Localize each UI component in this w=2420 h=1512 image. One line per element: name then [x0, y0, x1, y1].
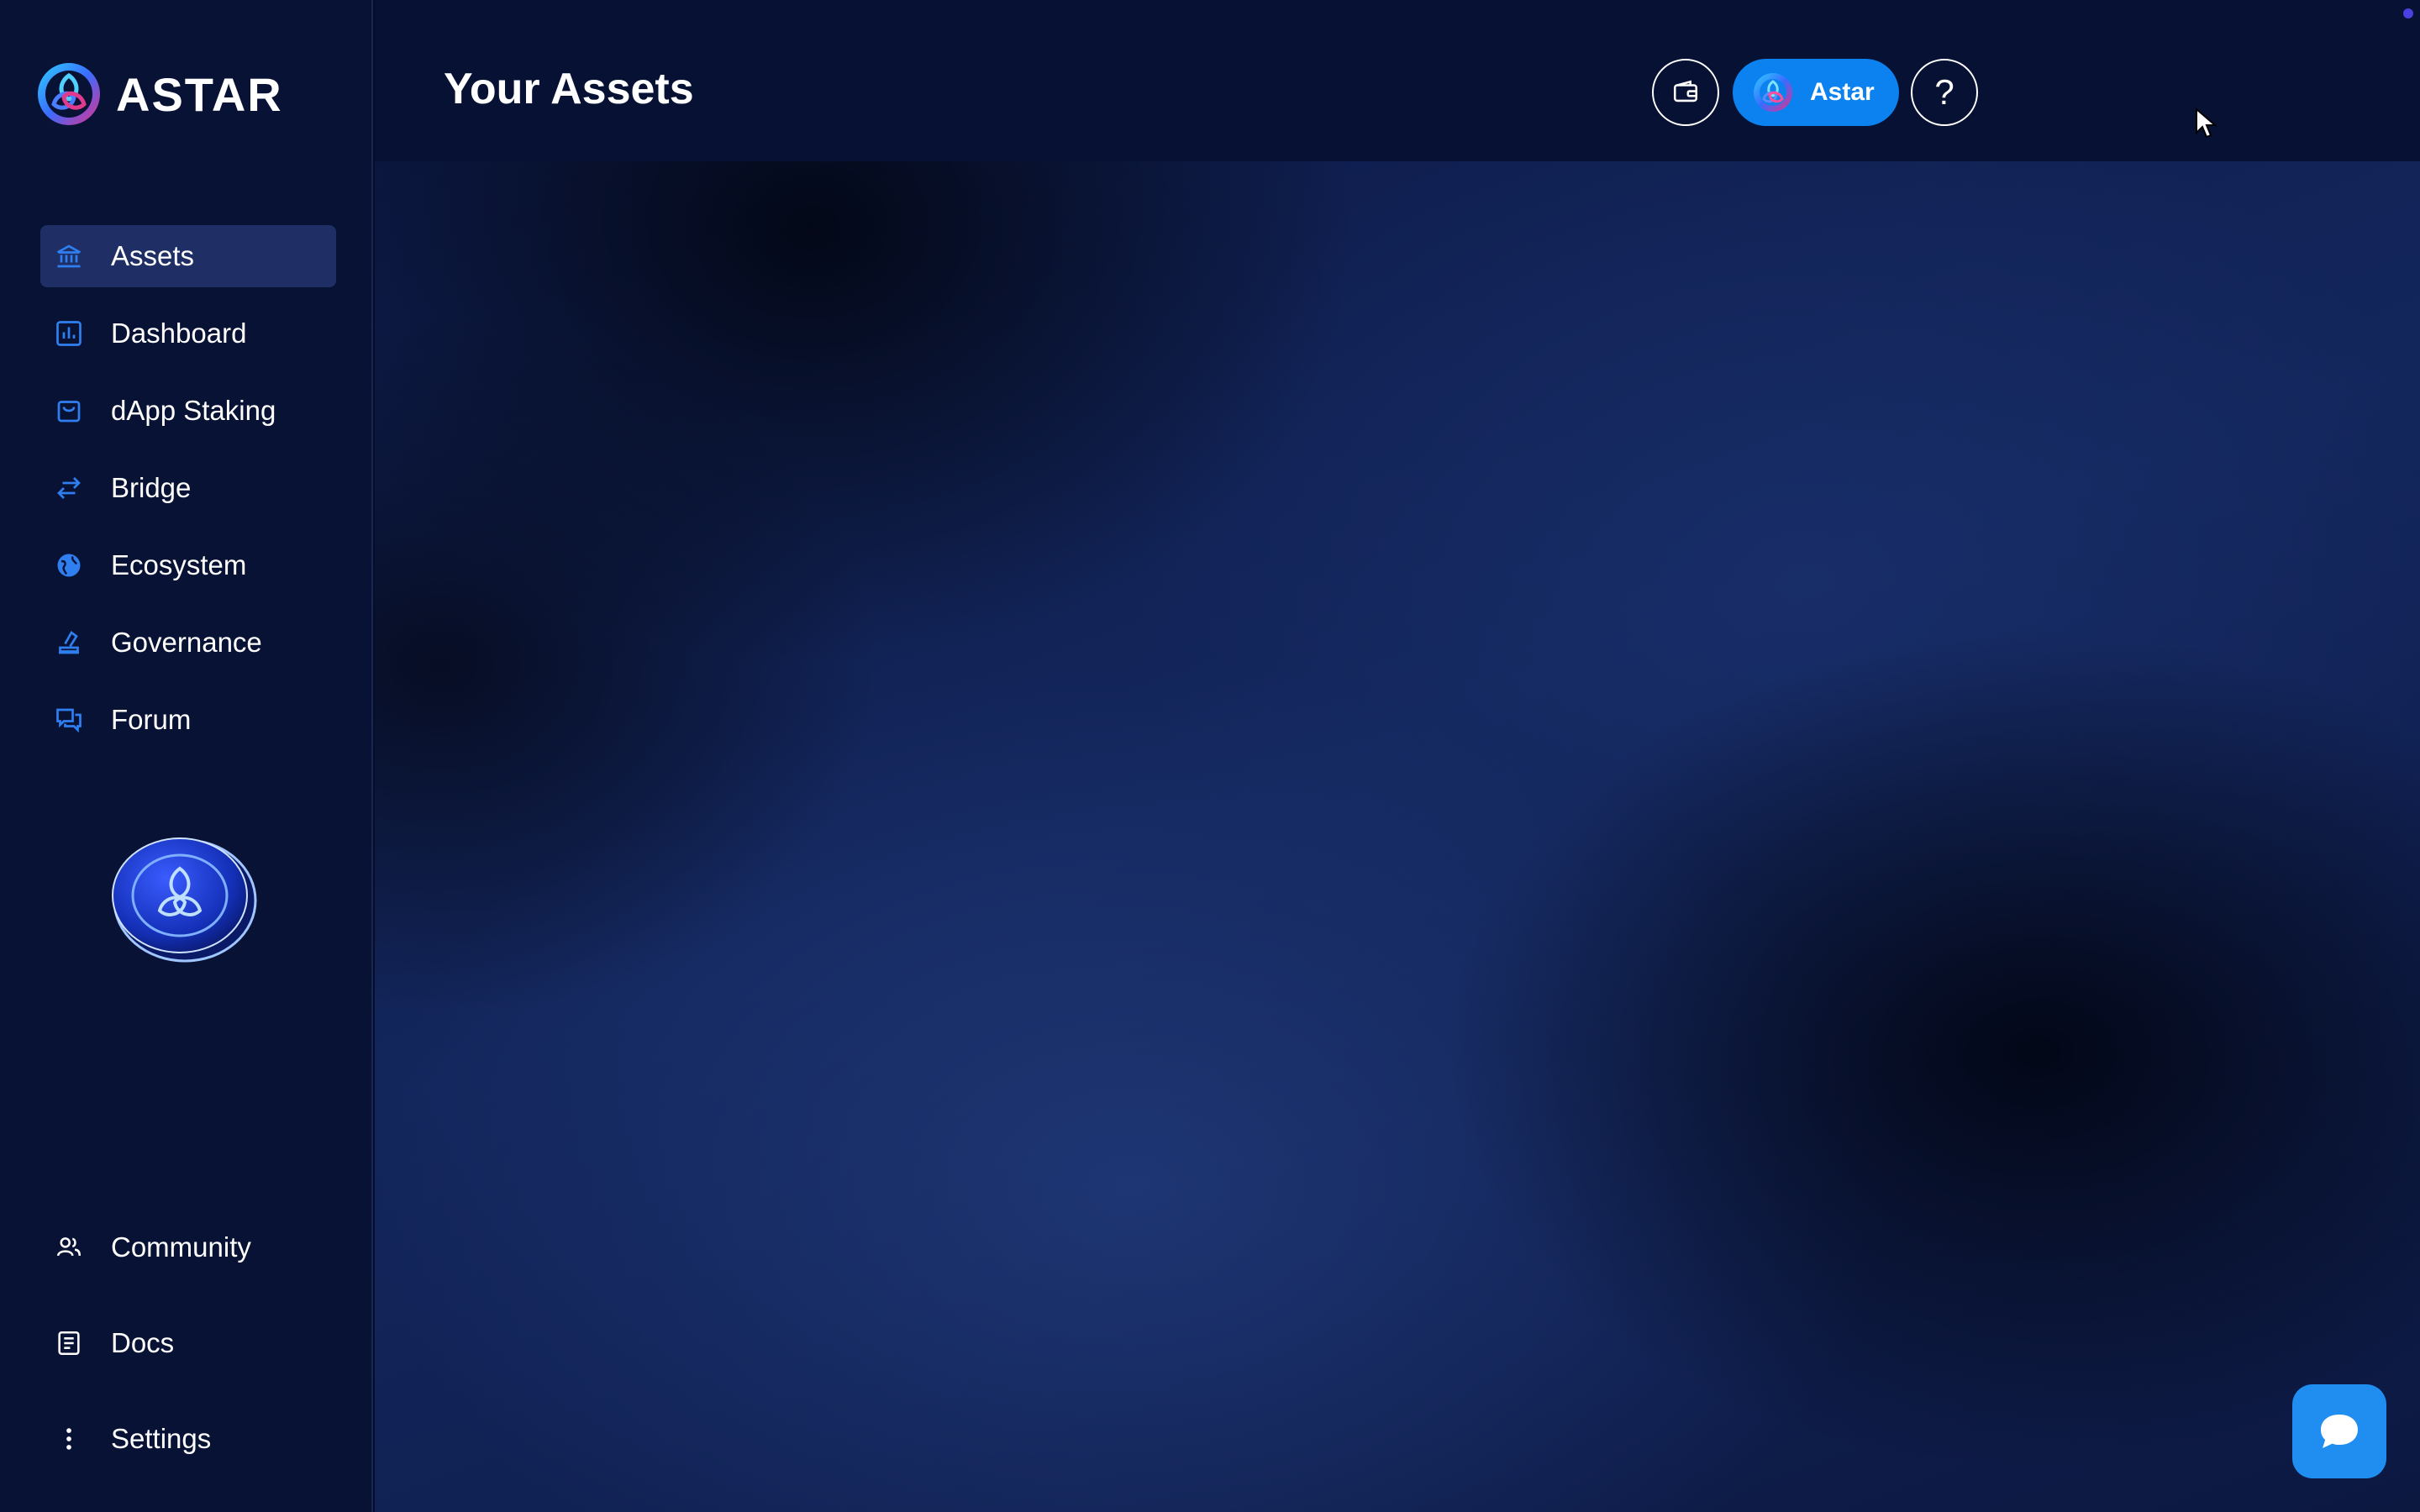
network-label: Astar: [1810, 78, 1875, 106]
sidebar-item-dashboard[interactable]: Dashboard: [40, 302, 336, 365]
bank-icon: [54, 241, 84, 271]
astar-logo-icon: [38, 63, 100, 125]
sidebar-item-forum[interactable]: Forum: [40, 689, 336, 751]
header: Your Assets: [375, 0, 2420, 161]
sidebar-item-dapp-staking[interactable]: dApp Staking: [40, 380, 336, 442]
people-icon: [54, 1232, 84, 1263]
sidebar-item-governance[interactable]: Governance: [40, 612, 336, 674]
arrows-icon: [54, 473, 84, 503]
page-title: Your Assets: [444, 65, 694, 113]
bottom-nav: Community Docs Settings: [40, 1216, 336, 1504]
brand-name: ASTAR: [116, 67, 283, 121]
sidebar-item-assets[interactable]: Assets: [40, 225, 336, 287]
vote-icon: [54, 627, 84, 658]
sidebar-item-label: Community: [111, 1231, 251, 1263]
bag-icon: [54, 396, 84, 426]
sidebar-item-docs[interactable]: Docs: [40, 1312, 336, 1374]
astar-network-icon: [1754, 73, 1792, 112]
network-select-button[interactable]: Astar: [1733, 59, 1899, 126]
main-nav: Assets Dashboard dApp Staking Bridge Eco…: [40, 225, 336, 766]
sidebar-item-label: dApp Staking: [111, 395, 276, 426]
globe-icon: [54, 550, 84, 580]
sidebar-item-label: Dashboard: [111, 318, 247, 349]
chat-bubbles-icon: [54, 705, 84, 735]
status-dot: [2403, 8, 2413, 18]
sidebar-item-community[interactable]: Community: [40, 1216, 336, 1278]
chat-icon: [2321, 1415, 2358, 1448]
sidebar-item-label: Docs: [111, 1327, 175, 1358]
help-icon: ?: [1934, 72, 1954, 112]
sidebar-item-label: Settings: [111, 1423, 212, 1454]
sidebar-item-bridge[interactable]: Bridge: [40, 457, 336, 519]
sidebar-item-label: Ecosystem: [111, 549, 247, 580]
sidebar-item-label: Assets: [111, 240, 195, 271]
astar-coin-image: [112, 837, 257, 963]
sidebar-item-label: Forum: [111, 704, 192, 735]
vertical-dots-icon: [54, 1424, 84, 1454]
chat-support-button[interactable]: [2292, 1384, 2386, 1478]
wallet-button[interactable]: [1652, 59, 1719, 126]
document-icon: [54, 1328, 84, 1358]
sidebar-item-label: Bridge: [111, 472, 192, 503]
help-button[interactable]: ?: [1911, 59, 1978, 126]
mouse-cursor-icon: [2196, 108, 2217, 139]
chart-icon: [54, 318, 84, 349]
wallet-icon: [1673, 80, 1698, 102]
sidebar-item-settings[interactable]: Settings: [40, 1408, 336, 1470]
sidebar: ASTAR Assets Dashboard dApp Staking Brid…: [0, 0, 373, 1512]
astar-logo[interactable]: ASTAR: [35, 60, 283, 128]
sidebar-item-label: Governance: [111, 627, 262, 658]
main-content: [375, 161, 2420, 1512]
sidebar-item-ecosystem[interactable]: Ecosystem: [40, 534, 336, 596]
